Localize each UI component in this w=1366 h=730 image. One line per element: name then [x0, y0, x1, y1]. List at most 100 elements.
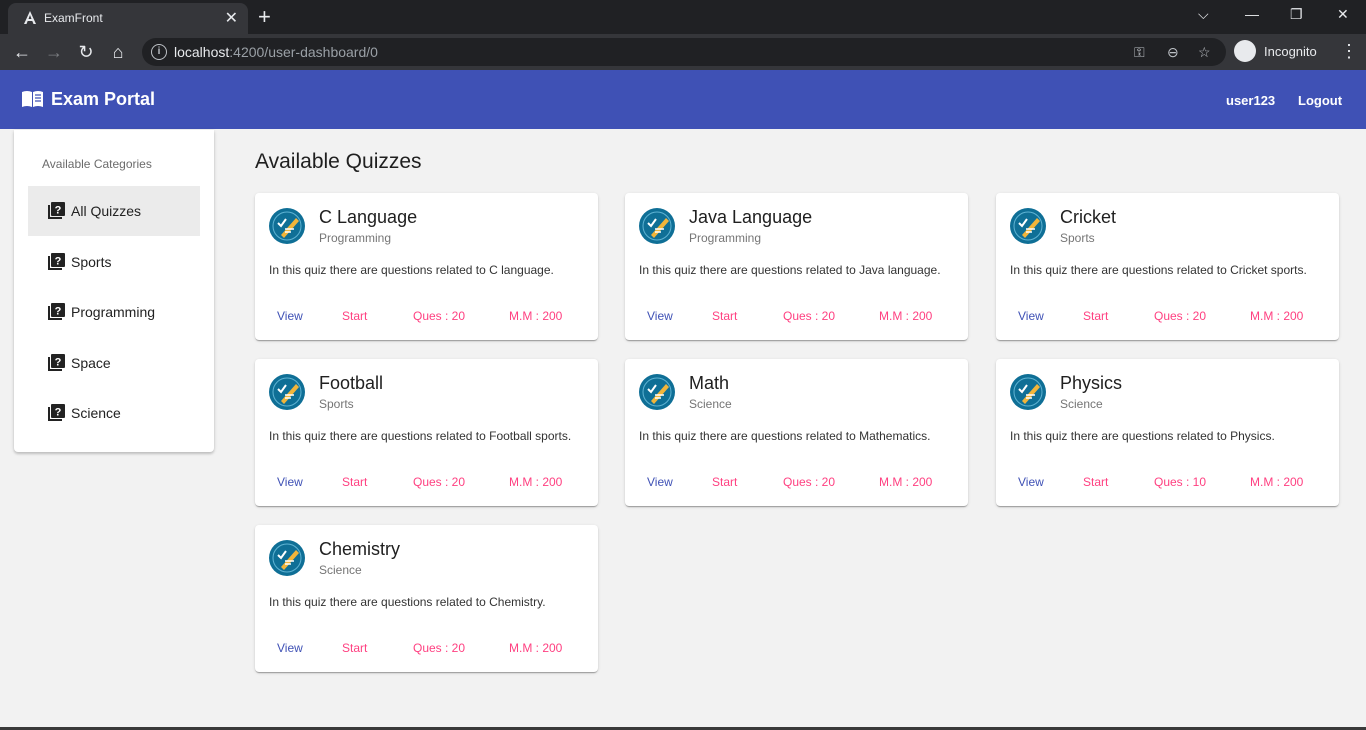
max-marks-button[interactable]: M.M : 200 [509, 309, 562, 323]
quiz-icon: ? [48, 303, 65, 320]
tab-search-icon[interactable]: ⌵ [1198, 6, 1209, 23]
questions-count-button[interactable]: Ques : 20 [783, 309, 835, 323]
quiz-icon: ? [48, 404, 65, 421]
start-button[interactable]: Start [712, 475, 737, 489]
view-button[interactable]: View [647, 309, 673, 323]
site-info-icon[interactable]: i [151, 44, 167, 60]
zoom-icon[interactable]: ⊖ [1167, 44, 1179, 61]
start-button[interactable]: Start [1083, 309, 1108, 323]
quiz-description: In this quiz there are questions related… [269, 263, 554, 277]
home-icon[interactable]: ⌂ [107, 41, 129, 63]
angular-icon [24, 11, 36, 24]
quiz-category: Sports [319, 397, 354, 411]
user-profile-link[interactable]: user123 [1226, 93, 1275, 108]
back-icon[interactable]: ← [11, 41, 33, 63]
max-marks-button[interactable]: M.M : 200 [879, 309, 932, 323]
url-text[interactable]: localhost:4200/user-dashboard/0 [174, 44, 378, 60]
view-button[interactable]: View [1018, 309, 1044, 323]
sidebar-item-sports[interactable]: ? Sports [28, 237, 200, 287]
svg-text:?: ? [55, 357, 62, 369]
start-button[interactable]: Start [712, 309, 737, 323]
max-marks-button[interactable]: M.M : 200 [509, 641, 562, 655]
quiz-description: In this quiz there are questions related… [1010, 429, 1275, 443]
quiz-title: Cricket [1060, 207, 1117, 227]
svg-text:?: ? [55, 256, 62, 268]
view-button[interactable]: View [277, 309, 303, 323]
start-button[interactable]: Start [342, 309, 367, 323]
sidebar-item-label: Science [71, 405, 121, 421]
app-header: Exam Portal user123 Logout [0, 70, 1366, 129]
minimize-button[interactable]: — [1245, 6, 1259, 22]
category-sidebar: Available Categories ? All Quizzes ? Spo… [14, 130, 214, 452]
quiz-description: In this quiz there are questions related… [1010, 263, 1307, 277]
bookmark-star-icon[interactable]: ☆ [1198, 44, 1211, 61]
sidebar-item-label: All Quizzes [71, 203, 142, 219]
quiz-card: Java Language Programming In this quiz the… [625, 193, 968, 340]
tab-close-icon[interactable]: ✕ [225, 8, 238, 28]
quiz-check-icon [269, 208, 305, 244]
questions-count-button[interactable]: Ques : 10 [1154, 475, 1206, 489]
max-marks-button[interactable]: M.M : 200 [509, 475, 562, 489]
address-bar[interactable]: i localhost:4200/user-dashboard/0 ⚿ ⊖ ☆ [142, 38, 1226, 66]
new-tab-button[interactable]: + [258, 4, 271, 30]
browser-tab[interactable]: ExamFront ✕ [8, 3, 248, 34]
incognito-label: Incognito [1264, 44, 1317, 59]
sidebar-item-space[interactable]: ? Space [28, 338, 200, 388]
quiz-card: Cricket Sports In this quiz there are ques… [996, 193, 1339, 340]
quiz-title: Math [689, 373, 730, 393]
restore-button[interactable]: ❐ [1290, 6, 1303, 23]
logout-button[interactable]: Logout [1298, 93, 1342, 108]
start-button[interactable]: Start [342, 475, 367, 489]
sidebar-item-programming[interactable]: ? Programming [28, 287, 200, 337]
max-marks-button[interactable]: M.M : 200 [879, 475, 932, 489]
questions-count-button[interactable]: Ques : 20 [1154, 309, 1206, 323]
browser-menu-icon[interactable]: ⋮ [1340, 41, 1358, 62]
view-button[interactable]: View [277, 641, 303, 655]
quiz-category: Programming [319, 231, 392, 245]
quiz-description: In this quiz there are questions related… [639, 429, 931, 443]
reload-icon[interactable]: ↻ [75, 41, 97, 63]
sidebar-item-label: Sports [71, 254, 112, 270]
quiz-title: Java Language [689, 207, 813, 227]
browser-tabstrip: ExamFront ✕ + ⌵ — ❐ ✕ [0, 0, 1366, 34]
max-marks-button[interactable]: M.M : 200 [1250, 475, 1303, 489]
key-icon[interactable]: ⚿ [1134, 44, 1145, 61]
sidebar-item-label: Space [71, 355, 111, 371]
questions-count-button[interactable]: Ques : 20 [783, 475, 835, 489]
quiz-card: C Language Programming In this quiz there … [255, 193, 598, 340]
close-window-button[interactable]: ✕ [1337, 6, 1349, 23]
quiz-description: In this quiz there are questions related… [269, 595, 546, 609]
quiz-card: Football Sports In this quiz there are que… [255, 359, 598, 506]
quiz-card: Physics Science In this quiz there are que… [996, 359, 1339, 506]
tab-title: ExamFront [44, 11, 103, 25]
quiz-title: C Language [319, 207, 418, 227]
quiz-check-icon [269, 374, 305, 410]
brand-title[interactable]: Exam Portal [51, 89, 155, 110]
max-marks-button[interactable]: M.M : 200 [1250, 309, 1303, 323]
page-title: Available Quizzes [255, 150, 422, 173]
questions-count-button[interactable]: Ques : 20 [413, 309, 465, 323]
svg-text:?: ? [55, 205, 62, 217]
quiz-check-icon [1010, 208, 1046, 244]
quiz-card: Chemistry Science In this quiz there are q… [255, 525, 598, 672]
quiz-category: Sports [1060, 231, 1095, 245]
start-button[interactable]: Start [1083, 475, 1108, 489]
questions-count-button[interactable]: Ques : 20 [413, 475, 465, 489]
quiz-title: Chemistry [319, 539, 401, 559]
quiz-category: Science [689, 397, 732, 411]
quiz-description: In this quiz there are questions related… [269, 429, 572, 443]
view-button[interactable]: View [1018, 475, 1044, 489]
view-button[interactable]: View [277, 475, 303, 489]
view-button[interactable]: View [647, 475, 673, 489]
incognito-icon [1234, 40, 1256, 62]
quiz-check-icon [269, 540, 305, 576]
quiz-title: Physics [1060, 373, 1123, 393]
sidebar-item-science[interactable]: ? Science [28, 388, 200, 438]
menu-book-icon [22, 91, 43, 107]
quiz-icon: ? [48, 253, 65, 270]
questions-count-button[interactable]: Ques : 20 [413, 641, 465, 655]
forward-icon[interactable]: → [43, 41, 65, 63]
quiz-title: Football [319, 373, 384, 393]
start-button[interactable]: Start [342, 641, 367, 655]
sidebar-item-all-quizzes[interactable]: ? All Quizzes [28, 186, 200, 236]
